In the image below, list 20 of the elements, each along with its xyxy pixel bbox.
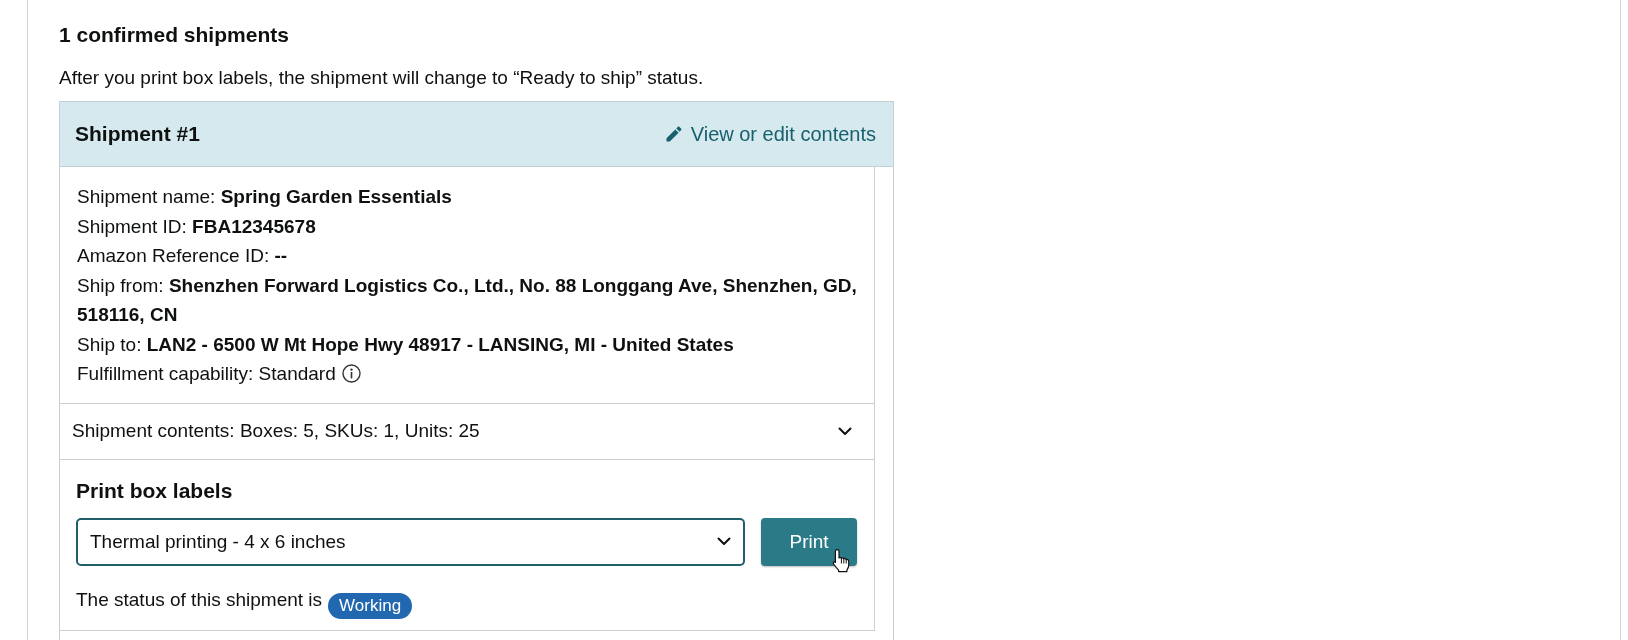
detail-line: Shipment name: Spring Garden Essentials — [77, 185, 453, 209]
print-labels-heading: Print box labels — [76, 477, 234, 504]
section-heading: 1 confirmed shipments — [59, 22, 289, 48]
shipment-contents-toggle[interactable]: Shipment contents: Boxes: 5, SKUs: 1, Units: 25 — [60, 402, 874, 460]
label-format-dropdown[interactable]: Thermal printing - 4 x 6 inches — [76, 517, 745, 566]
status-tag: Working — [328, 592, 413, 619]
info-icon — [341, 364, 361, 384]
detail-line: Shipment ID: FBA12345678 — [77, 214, 317, 239]
pencil-icon — [665, 126, 682, 142]
detail-line: Ship from: Shenzhen Forward Logistics Co., Ltd., No. 88 Longgang Ave, Shenzhen, GD, 518116, CN — [77, 273, 858, 327]
print-button[interactable]: Print — [761, 517, 857, 566]
detail-line: Ship to: LAN2 - 6500 W Mt Hope Hwy 48917 - LANSING, MI - United States — [77, 332, 735, 357]
status-text: The status of this shipment is — [76, 587, 323, 612]
detail-line: Amazon Reference ID: -- — [77, 244, 289, 268]
info-text: After you print box labels, the shipment will change to “Ready to ship” status. — [59, 66, 704, 90]
hand-pointer-icon — [831, 547, 851, 573]
chevron-down-icon — [717, 537, 731, 546]
view-edit-contents-link[interactable]: View or edit contents — [665, 122, 876, 146]
detail-line: Fulfillment capability: Standard — [77, 362, 336, 386]
shipment-title: Shipment #1 — [75, 122, 200, 146]
